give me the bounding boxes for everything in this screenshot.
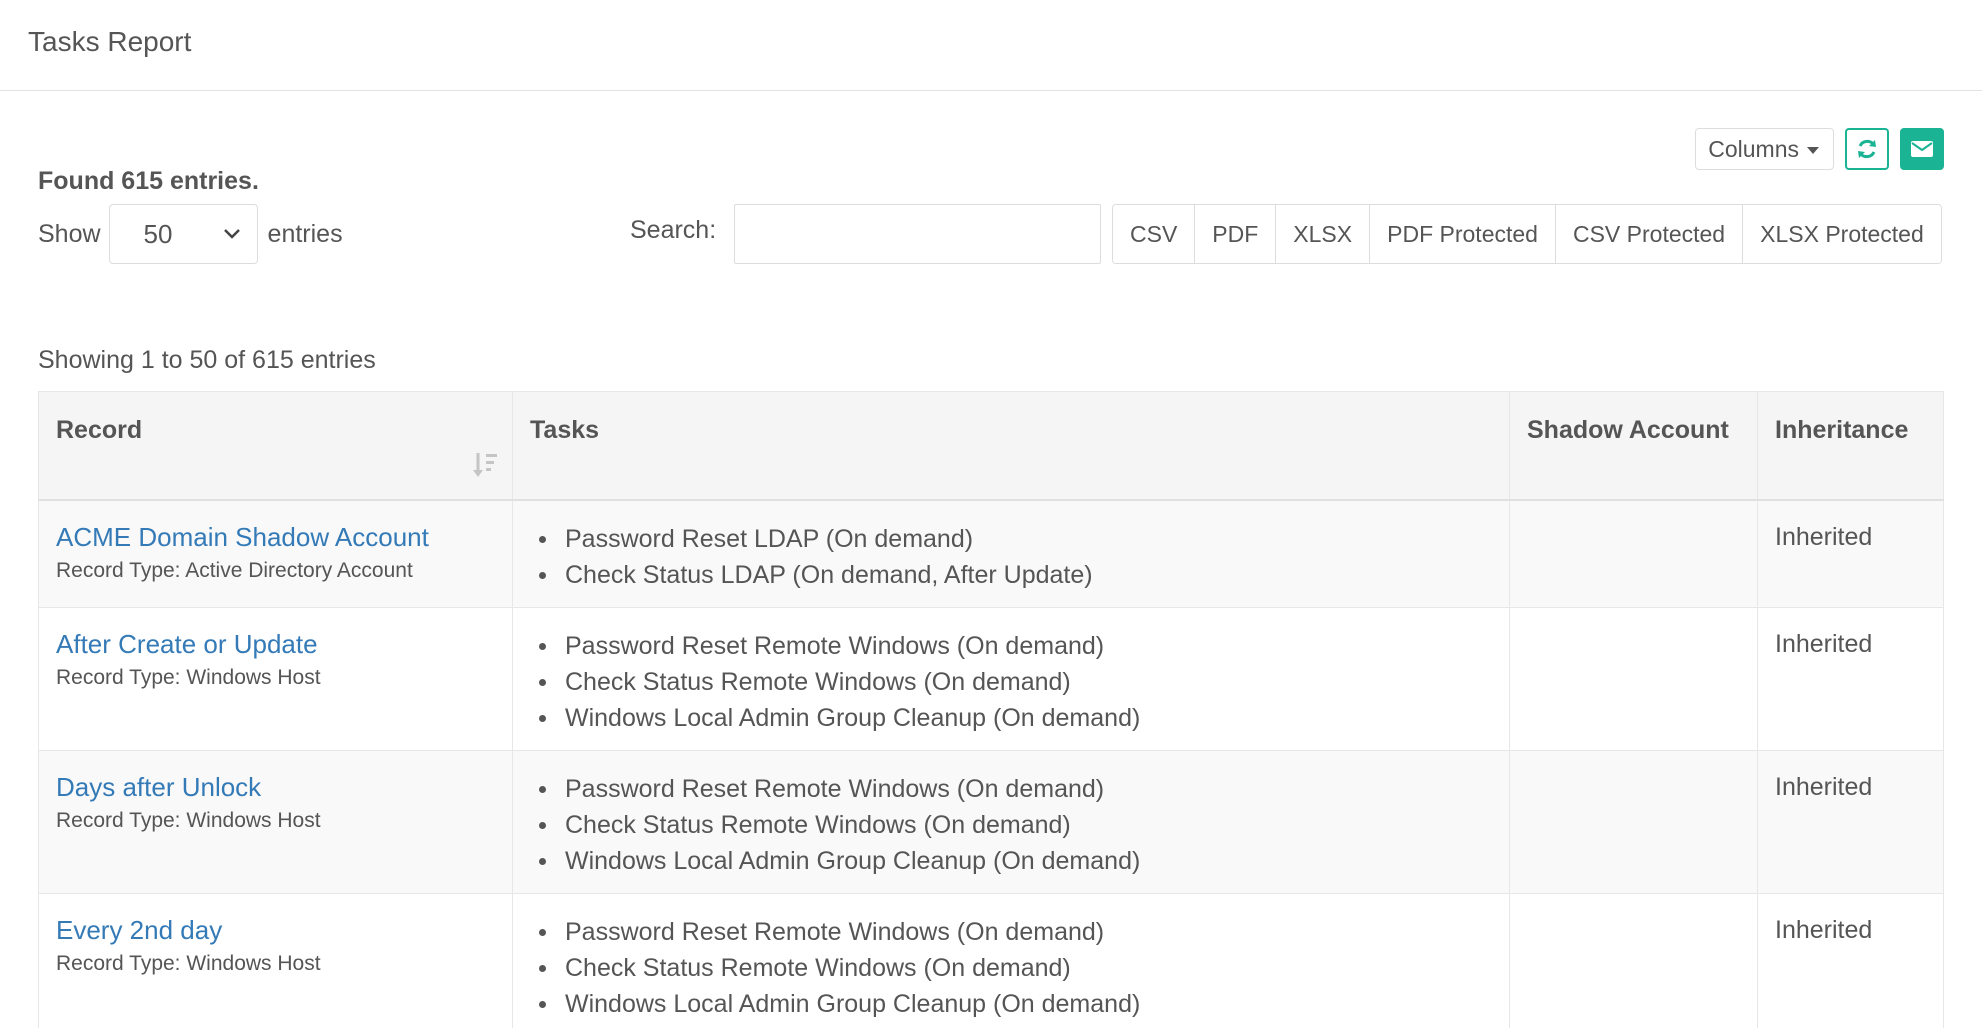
export-pdf-button[interactable]: PDF [1195,205,1277,263]
task-item: Windows Local Admin Group Cleanup (On de… [539,986,1492,1022]
record-link[interactable]: ACME Domain Shadow Account [56,521,495,553]
page-length-value: 50 [143,218,173,249]
entries-label: entries [267,219,343,248]
record-cell: Days after Unlock Record Type: Windows H… [38,749,513,894]
record-link[interactable]: Every 2nd day [56,914,495,946]
caret-down-icon [1807,146,1819,154]
record-cell: ACME Domain Shadow Account Record Type: … [38,499,513,608]
column-header-record[interactable]: Record [38,391,513,501]
toolbar-right: Columns [1695,128,1944,170]
search-input[interactable] [734,204,1101,264]
refresh-button[interactable] [1845,128,1889,170]
shadow-account-cell [1509,749,1758,894]
record-type: Record Type: Windows Host [56,665,321,689]
columns-button-label: Columns [1708,135,1799,162]
tasks-list: Password Reset LDAP (On demand) Check St… [530,521,1492,593]
column-header-record-label: Record [56,416,143,444]
task-item: Check Status Remote Windows (On demand) [539,664,1492,700]
export-pdf-protected-button[interactable]: PDF Protected [1370,205,1556,263]
sort-descending-icon [473,452,497,477]
shadow-account-cell [1509,606,1758,751]
task-item: Password Reset Remote Windows (On demand… [539,914,1492,950]
tasks-cell: Password Reset LDAP (On demand) Check St… [512,499,1510,608]
table-info: Showing 1 to 50 of 615 entries [38,346,376,374]
shadow-account-cell [1509,892,1758,1028]
tasks-list: Password Reset Remote Windows (On demand… [530,914,1492,1022]
email-button[interactable] [1900,128,1944,170]
record-type: Record Type: Windows Host [56,951,321,975]
export-xlsx-button[interactable]: XLSX [1276,205,1371,263]
table-header-row: Record Tasks Shadow Account Inheritance [38,391,1944,501]
chevron-down-icon [223,229,240,239]
inheritance-cell: Inherited [1757,892,1944,1028]
record-type: Record Type: Windows Host [56,808,321,832]
tasks-cell: Password Reset Remote Windows (On demand… [512,749,1510,894]
column-header-inheritance[interactable]: Inheritance [1757,391,1944,501]
task-item: Check Status LDAP (On demand, After Upda… [539,557,1492,593]
column-header-shadow-account[interactable]: Shadow Account [1509,391,1758,501]
table-row: After Create or Update Record Type: Wind… [38,606,1944,751]
task-item: Windows Local Admin Group Cleanup (On de… [539,700,1492,736]
column-header-tasks[interactable]: Tasks [512,391,1510,501]
inheritance-cell: Inherited [1757,606,1944,751]
page-length-select[interactable]: 50 [108,204,258,264]
inheritance-cell: Inherited [1757,749,1944,894]
export-csv-button[interactable]: CSV [1113,205,1196,263]
shadow-account-cell [1509,499,1758,608]
table-row: ACME Domain Shadow Account Record Type: … [38,499,1944,608]
page-header: Tasks Report [0,0,1982,91]
tasks-list: Password Reset Remote Windows (On demand… [530,771,1492,879]
record-type: Record Type: Active Directory Account [56,558,413,582]
task-item: Windows Local Admin Group Cleanup (On de… [539,843,1492,879]
table-row: Every 2nd day Record Type: Windows Host … [38,892,1944,1028]
record-link[interactable]: Days after Unlock [56,771,495,803]
refresh-icon [1858,139,1876,159]
task-item: Password Reset Remote Windows (On demand… [539,628,1492,664]
export-csv-protected-button[interactable]: CSV Protected [1555,205,1744,263]
page-title: Tasks Report [28,26,192,57]
tasks-list: Password Reset Remote Windows (On demand… [530,628,1492,736]
length-control: Show 50 entries [38,204,343,264]
envelope-icon [1911,141,1933,157]
tasks-cell: Password Reset Remote Windows (On demand… [512,892,1510,1028]
columns-button[interactable]: Columns [1695,128,1834,170]
search-label: Search: [630,216,717,244]
tasks-table: Record Tasks Shadow Account Inheritance [38,391,1944,1028]
record-link[interactable]: After Create or Update [56,628,495,660]
found-count: Found 615 entries. [38,167,259,195]
inheritance-cell: Inherited [1757,499,1944,608]
task-item: Check Status Remote Windows (On demand) [539,950,1492,986]
task-item: Check Status Remote Windows (On demand) [539,807,1492,843]
task-item: Password Reset LDAP (On demand) [539,521,1492,557]
export-xlsx-protected-button[interactable]: XLSX Protected [1743,205,1941,263]
table-row: Days after Unlock Record Type: Windows H… [38,749,1944,894]
show-label: Show [38,219,101,248]
tasks-cell: Password Reset Remote Windows (On demand… [512,606,1510,751]
export-buttons: CSV PDF XLSX PDF Protected CSV Protected… [1112,204,1942,264]
record-cell: After Create or Update Record Type: Wind… [38,606,513,751]
task-item: Password Reset Remote Windows (On demand… [539,771,1492,807]
record-cell: Every 2nd day Record Type: Windows Host [38,892,513,1028]
